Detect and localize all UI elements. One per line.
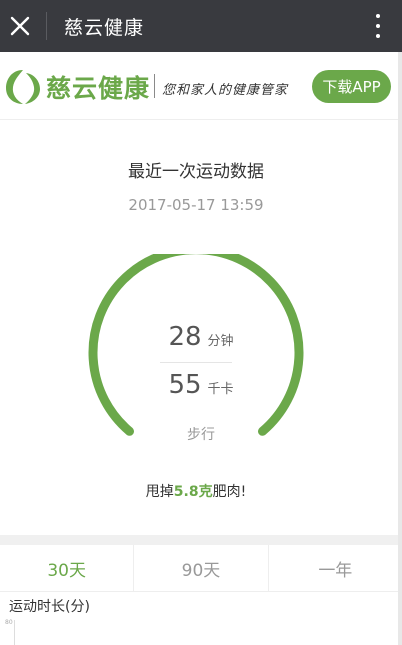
chart-y-axis-label: 运动时长(分)	[9, 599, 90, 615]
calories-value: 55	[168, 370, 202, 400]
fat-burn-message: 甩掉5.8克肥肉!	[0, 481, 392, 501]
readout-divider	[160, 362, 232, 363]
calories-readout: 55 千卡	[146, 370, 256, 400]
tab-one-year[interactable]: 一年	[269, 545, 402, 591]
scrollbar-track[interactable]	[398, 52, 402, 645]
chart-y-axis	[14, 620, 15, 645]
period-tabs: 30天 90天 一年	[0, 545, 402, 592]
brand-name: 慈云健康	[46, 74, 151, 103]
cross-leaf-logo	[6, 70, 40, 104]
brand-slogan: 您和家人的健康管家	[162, 83, 289, 98]
more-dot	[376, 34, 380, 38]
exercise-timestamp: 2017-05-17 13:59	[128, 196, 264, 214]
more-vertical-icon	[376, 14, 380, 18]
tab-90-days[interactable]: 90天	[134, 545, 269, 591]
close-button[interactable]	[0, 0, 40, 52]
more-dot	[376, 24, 380, 28]
more-button[interactable]	[368, 12, 388, 40]
burn-amount: 5.8克	[173, 484, 213, 500]
tab-30-days[interactable]: 30天	[0, 545, 135, 591]
burn-suffix: 肥肉!	[212, 484, 247, 500]
duration-readout: 28 分钟	[146, 322, 256, 352]
duration-unit: 分钟	[207, 334, 234, 349]
window-title: 慈云健康	[64, 16, 145, 39]
brand-separator	[154, 74, 155, 98]
chart-tick-label: 80	[5, 619, 13, 626]
section-gap	[0, 535, 402, 545]
title-bar: 慈云健康	[0, 0, 402, 52]
recent-exercise-heading: 最近一次运动数据	[128, 162, 264, 182]
calories-unit: 千卡	[207, 382, 234, 397]
close-icon	[10, 16, 30, 36]
burn-prefix: 甩掉	[145, 484, 174, 500]
activity-type: 步行	[187, 427, 215, 443]
title-separator	[46, 12, 47, 40]
brand-banner: 慈云健康 您和家人的健康管家 下载APP	[0, 52, 402, 120]
duration-value: 28	[168, 322, 202, 352]
download-app-button[interactable]: 下载APP	[312, 70, 391, 103]
